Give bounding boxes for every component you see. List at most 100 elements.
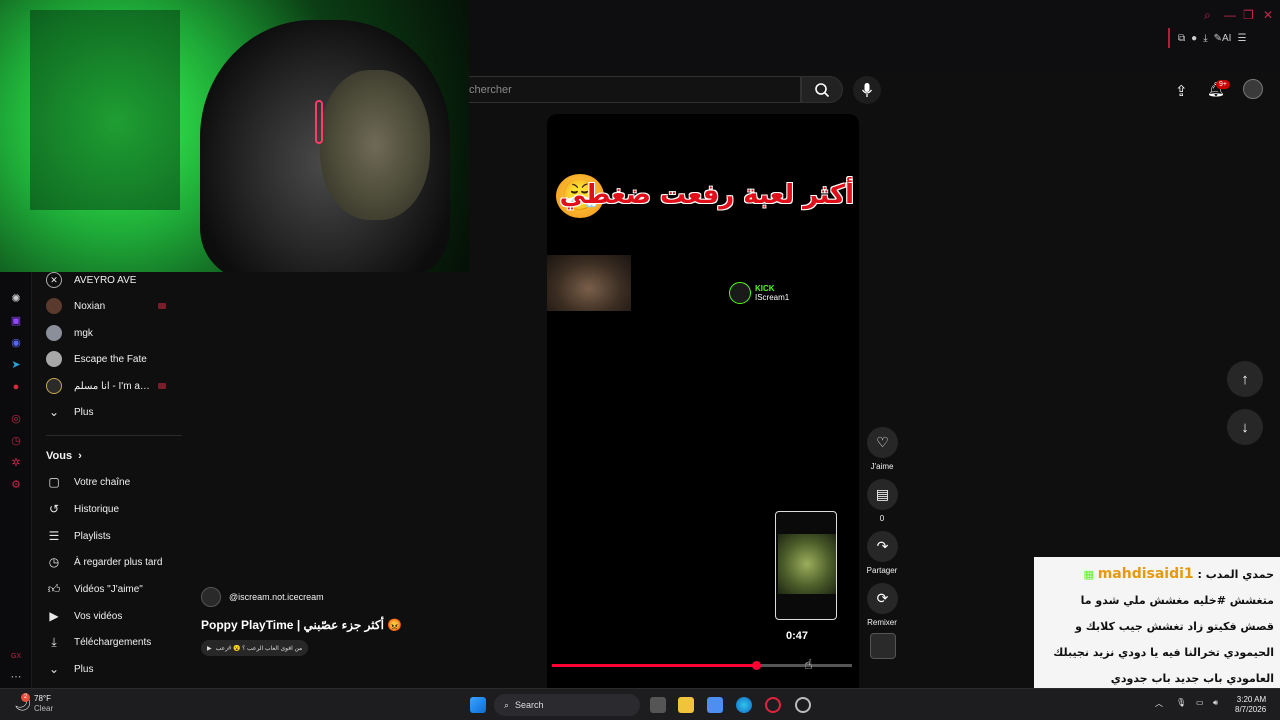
channel-avatar: ✕ — [46, 272, 62, 288]
chat-message-line: الحيمودي تخرالنا فيه يا دودي نزيد نجيبلك — [1053, 646, 1274, 659]
subscription-item-aveyro[interactable]: ✕ AVEYRO AVE — [46, 270, 184, 290]
kick-logo-icon — [729, 282, 751, 304]
chatgpt-icon[interactable]: ✺ — [9, 292, 23, 306]
search-button[interactable] — [801, 76, 843, 103]
chevron-down-icon: ⌄ — [48, 662, 60, 676]
menu-icon[interactable]: ☰ — [1237, 33, 1246, 44]
clock[interactable]: 3:20 AM 8/7/2026 — [1235, 695, 1266, 715]
subscription-item-mgk[interactable]: mgk — [46, 323, 184, 343]
player-icon[interactable]: ◎ — [9, 412, 23, 426]
sidebar-item-your-videos[interactable]: ▶ Vos vidéos — [46, 606, 184, 626]
microphone-icon[interactable]: 🎙︎ — [1176, 698, 1186, 707]
live-indicator-icon — [158, 303, 166, 309]
gx-icon[interactable]: GX — [9, 650, 23, 664]
chat-message-line: حمدي المدب : mahdisaidi1 ▦ — [1083, 566, 1274, 582]
app-icon[interactable] — [795, 697, 811, 713]
arrow-up-icon: ↑ — [1241, 370, 1249, 388]
sidebar-item-playlists[interactable]: ☰ Playlists — [46, 526, 184, 546]
subscriptions-more-button[interactable]: ⌄ Plus — [46, 402, 184, 422]
task-view-icon[interactable] — [650, 697, 666, 713]
discord-icon[interactable]: ◉ — [9, 336, 23, 350]
microphone-icon — [861, 83, 873, 97]
download-icon: ⤓ — [51, 634, 57, 649]
comment-icon: ▤ — [875, 486, 890, 502]
thumbnail-image — [778, 534, 836, 594]
minimize-icon[interactable]: — — [1224, 8, 1236, 22]
video-icon: ▶ — [49, 609, 59, 623]
you-section-heading[interactable]: Vous › — [46, 446, 184, 466]
more-icon[interactable]: ⋯ — [9, 670, 23, 684]
chevron-down-icon: ⌄ — [48, 405, 60, 419]
like-button[interactable]: ♡ — [867, 427, 898, 458]
settings-icon[interactable]: ⚙ — [9, 478, 23, 492]
start-button-icon[interactable] — [470, 697, 486, 713]
previous-short-button[interactable]: ↑ — [1227, 361, 1263, 397]
store-icon[interactable] — [707, 697, 723, 713]
channel-row[interactable]: @iscream.not.icecream — [201, 587, 324, 607]
youtube-music-icon[interactable]: ● — [9, 380, 23, 394]
twitch-icon[interactable]: ▣ — [9, 314, 23, 328]
like-label: J'aime — [870, 462, 894, 471]
ai-button[interactable]: ✎AI — [1214, 33, 1232, 44]
divider — [46, 435, 182, 436]
sound-chip[interactable]: ▶ من اقوى العاب الرعب ؟ 😮 #رعب — [201, 640, 309, 656]
channel-avatar — [46, 351, 62, 367]
video-webcam-inset — [547, 255, 631, 311]
subscription-item-escape-the-fate[interactable]: Escape the Fate — [46, 349, 184, 369]
sidebar-item-history[interactable]: ↺ Historique — [46, 499, 184, 519]
chevron-right-icon: › — [78, 450, 82, 462]
voice-search-button[interactable] — [853, 76, 881, 104]
sidebar-item-watch-later[interactable]: ◷ À regarder plus tard — [46, 552, 184, 572]
chat-message-line: قصش فكيتو زاد تغشش جيب كلابك و — [1075, 620, 1274, 633]
channel-avatar[interactable] — [201, 587, 221, 607]
search-input[interactable]: chercher — [469, 76, 801, 103]
weather-widget[interactable]: 78°F Clear — [34, 694, 53, 714]
account-avatar[interactable] — [1243, 79, 1263, 99]
sidebar-item-liked-videos[interactable]: 👍︎ Vidéos "J'aime" — [46, 579, 184, 599]
search-icon[interactable]: ⌕ — [1204, 8, 1211, 23]
taskbar-search[interactable]: ⌕ Search — [494, 694, 640, 716]
history-icon[interactable]: ◷ — [9, 434, 23, 448]
extensions-icon[interactable]: ✲ — [9, 456, 23, 470]
channel-handle[interactable]: @iscream.not.icecream — [229, 592, 324, 602]
download-icon[interactable]: ⤓ — [1203, 33, 1207, 44]
upload-icon[interactable]: ⇪ — [1175, 82, 1188, 100]
comment-count: 0 — [879, 514, 885, 523]
edge-icon[interactable] — [736, 697, 752, 713]
next-short-button[interactable]: ↓ — [1227, 409, 1263, 445]
puzzle-icon[interactable]: ⧉ — [1178, 33, 1185, 44]
file-explorer-icon[interactable] — [678, 697, 694, 713]
comments-button[interactable]: ▤ — [867, 479, 898, 510]
stream-chat-overlay: حمدي المدب : mahdisaidi1 ▦ متغشش #خليه م… — [1034, 557, 1280, 688]
profile-icon[interactable]: ● — [1191, 33, 1197, 44]
play-icon: ▶ — [207, 645, 212, 652]
streamer-face — [320, 70, 430, 220]
weather-badge: 2 — [21, 693, 30, 702]
video-overlay-title: أكثر لعبة رفعت ضغطي — [559, 180, 854, 210]
sidebar-item-more[interactable]: ⌄ Plus — [46, 659, 184, 679]
webcam-overlay — [0, 0, 469, 272]
volume-icon[interactable]: 🔊︎ — [1213, 698, 1218, 708]
channel-avatar — [46, 378, 62, 394]
chat-username: mahdisaidi1 — [1097, 566, 1194, 582]
search-icon — [815, 82, 830, 97]
progress-fill — [552, 664, 756, 667]
search-icon: ⌕ — [504, 699, 510, 710]
opera-gx-icon[interactable] — [765, 697, 781, 713]
mouse-cursor-icon: ☝︎ — [804, 656, 813, 672]
progress-handle[interactable] — [752, 661, 761, 670]
channel-icon: ▢ — [48, 475, 60, 489]
chat-message-line: العامودي باب جديد باب جدودي — [1110, 672, 1274, 685]
telegram-icon[interactable]: ➤ — [9, 358, 23, 372]
remix-button[interactable]: ⟳ — [867, 583, 898, 614]
network-icon[interactable]: ▭ — [1196, 698, 1204, 707]
share-icon: ↷ — [876, 538, 889, 554]
sidebar-item-downloads[interactable]: ⤓ Téléchargements — [46, 632, 184, 652]
restore-icon[interactable]: ❐ — [1243, 8, 1254, 22]
close-icon[interactable]: ✕ — [1263, 8, 1273, 22]
sound-avatar[interactable] — [870, 633, 896, 659]
tray-chevron-icon[interactable]: ︿ — [1155, 698, 1163, 709]
windows-taskbar: 🌙︎ 2 78°F Clear ⌕ Search ︿ 🎙︎ ▭ 🔊︎ 3:20 … — [0, 688, 1280, 720]
share-button[interactable]: ↷ — [867, 531, 898, 562]
sidebar-item-your-channel[interactable]: ▢ Votre chaîne — [46, 472, 184, 492]
